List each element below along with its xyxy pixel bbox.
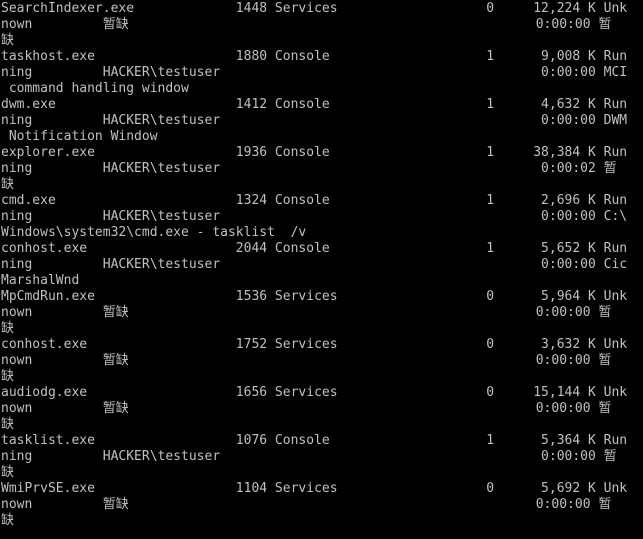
console-line: nown 暂缺 0:00:00 暂: [1, 401, 612, 416]
console-line: explorer.exe 1936 Console 1 38,384 K Run: [1, 145, 628, 160]
console-line: command handling window: [1, 81, 189, 96]
console-line: ning HACKER\testuser 0:00:00 C:\: [1, 209, 628, 224]
console-line: conhost.exe 1752 Services 0 3,632 K Unk: [1, 337, 628, 352]
console-line: 缺: [1, 177, 15, 192]
console-line: audiodg.exe 1656 Services 0 15,144 K Unk: [1, 385, 628, 400]
console-line: 缺: [1, 465, 15, 480]
console-line: nown 暂缺 0:00:00 暂: [1, 497, 612, 512]
console-line: 缺: [1, 513, 15, 528]
console-line: nown 暂缺 0:00:00 暂: [1, 353, 612, 368]
console-line: MarshalWnd: [1, 273, 80, 288]
console-line: taskhost.exe 1880 Console 1 9,008 K Run: [1, 49, 628, 64]
console-line: 缺: [1, 33, 15, 48]
console-line: cmd.exe 1324 Console 1 2,696 K Run: [1, 193, 628, 208]
console-line: ning HACKER\testuser 0:00:00 暂: [1, 449, 617, 464]
console-line: Windows\system32\cmd.exe - tasklist /v: [1, 225, 307, 240]
console-line: ning HACKER\testuser 0:00:02 暂: [1, 161, 617, 176]
console-line: dwm.exe 1412 Console 1 4,632 K Run: [1, 97, 628, 112]
console-line: conhost.exe 2044 Console 1 5,652 K Run: [1, 241, 628, 256]
console-line: tasklist.exe 1076 Console 1 5,364 K Run: [1, 433, 628, 448]
console-line: SearchIndexer.exe 1448 Services 0 12,224…: [1, 1, 628, 16]
console-line: ning HACKER\testuser 0:00:00 DWM: [1, 113, 628, 128]
console-output[interactable]: SearchIndexer.exe 1448 Services 0 12,224…: [0, 0, 643, 539]
console-line: 缺: [1, 417, 15, 432]
console-line: ning HACKER\testuser 0:00:00 MCI: [1, 65, 628, 80]
console-line: nown 暂缺 0:00:00 暂: [1, 305, 612, 320]
console-line: 缺: [1, 369, 15, 384]
console-line: nown 暂缺 0:00:00 暂: [1, 17, 612, 32]
console-line: WmiPrvSE.exe 1104 Services 0 5,692 K Unk: [1, 481, 628, 496]
console-line: ning HACKER\testuser 0:00:00 Cic: [1, 257, 628, 272]
console-line: Notification Window: [1, 129, 158, 144]
console-line: MpCmdRun.exe 1536 Services 0 5,964 K Unk: [1, 289, 628, 304]
console-line: 缺: [1, 321, 15, 336]
